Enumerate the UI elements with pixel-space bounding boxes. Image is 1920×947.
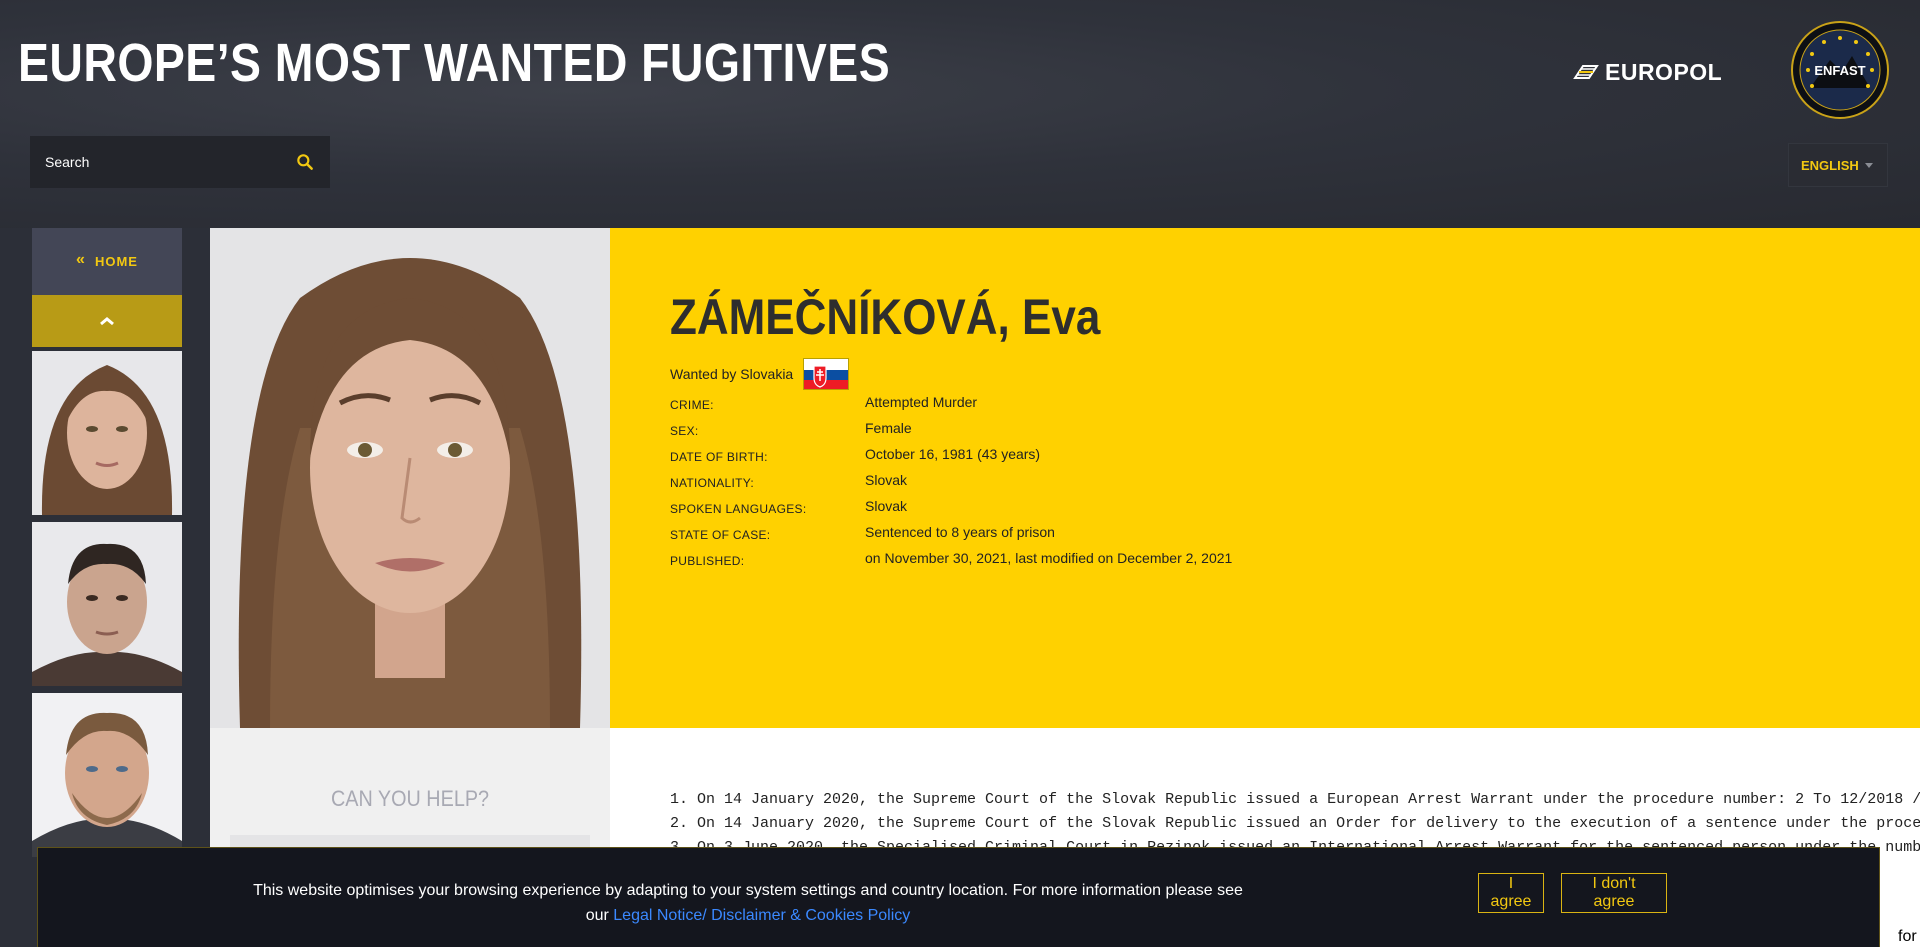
home-button-label: HOME xyxy=(94,254,138,269)
detail-row-spoken-languages: SPOKEN LANGUAGES: Slovak xyxy=(670,498,1470,524)
detail-value: Slovak xyxy=(865,472,908,488)
wanted-by-label: Wanted by Slovakia xyxy=(670,366,794,382)
caret-down-icon xyxy=(1865,162,1873,168)
slovakia-flag-icon xyxy=(803,358,850,390)
fugitive-name: ZÁMEČNÍKOVÁ, Eva xyxy=(670,289,1101,345)
description-line: 2. On 14 January 2020, the Supreme Court… xyxy=(670,815,1920,832)
fugitive-carousel: « HOME xyxy=(32,228,182,947)
cookie-message: This website optimises your browsing exp… xyxy=(248,878,1248,928)
detail-row-nationality: NATIONALITY: Slovak xyxy=(670,472,1470,498)
fugitive-thumbnail[interactable] xyxy=(32,351,182,515)
cookie-banner: This website optimises your browsing exp… xyxy=(37,847,1880,947)
detail-value: Sentenced to 8 years of prison xyxy=(865,524,1055,540)
search-input[interactable] xyxy=(45,154,295,170)
fugitive-thumbnail[interactable] xyxy=(32,522,182,686)
wanted-by: Wanted by Slovakia xyxy=(670,358,850,390)
home-button[interactable]: « HOME xyxy=(32,228,182,295)
search-box[interactable] xyxy=(30,136,330,188)
search-icon[interactable] xyxy=(295,152,315,172)
detail-row-sex: SEX: Female xyxy=(670,420,1470,446)
legal-notice-link[interactable]: Legal Notice/ Disclaimer & Cookies Polic… xyxy=(613,907,910,924)
language-label: ENGLISH xyxy=(1801,157,1859,173)
detail-label: SEX: xyxy=(670,424,699,438)
site-title: EUROPE’S MOST WANTED FUGITIVES xyxy=(18,33,891,93)
fugitive-thumbnail[interactable] xyxy=(32,693,182,857)
detail-label: CRIME: xyxy=(670,398,714,412)
detail-label: DATE OF BIRTH: xyxy=(670,450,768,464)
fugitive-info-panel: ZÁMEČNÍKOVÁ, Eva Wanted by Slovakia CRIM… xyxy=(610,228,1920,728)
detail-value: Slovak xyxy=(865,498,908,514)
detail-label: STATE OF CASE: xyxy=(670,528,771,542)
description-line-fragment: for i xyxy=(1898,928,1920,945)
europol-mark-icon xyxy=(1573,65,1599,79)
double-chevron-left-icon: « xyxy=(76,250,85,268)
agree-button[interactable]: I agree xyxy=(1478,873,1544,913)
detail-label: PUBLISHED: xyxy=(670,554,745,568)
fugitive-photo-thumbnail xyxy=(32,522,182,686)
detail-row-state-of-case: STATE OF CASE: Sentenced to 8 years of p… xyxy=(670,524,1470,550)
europol-logo[interactable]: EUROPOL xyxy=(1573,58,1723,85)
fugitive-photo-thumbnail xyxy=(32,693,182,857)
fugitive-photo-thumbnail xyxy=(32,351,182,515)
carousel-up-button[interactable] xyxy=(32,295,182,347)
detail-row-published: PUBLISHED: on November 30, 2021, last mo… xyxy=(670,550,1470,576)
can-you-help-title: CAN YOU HELP? xyxy=(330,786,490,811)
fugitive-portrait xyxy=(210,228,610,728)
detail-value: Female xyxy=(865,420,912,436)
detail-value: October 16, 1981 (43 years) xyxy=(865,446,1041,462)
chevron-up-icon xyxy=(100,317,114,326)
detail-label: NATIONALITY: xyxy=(670,476,755,490)
fugitive-main-photo xyxy=(210,228,610,728)
detail-value: on November 30, 2021, last modified on D… xyxy=(865,550,1233,566)
europol-logo-text: EUROPOL xyxy=(1605,58,1723,85)
detail-row-crime: CRIME: Attempted Murder xyxy=(670,394,1470,420)
enfast-logo[interactable]: ENFAST xyxy=(1790,20,1890,120)
enfast-logo-text: ENFAST xyxy=(1814,63,1865,78)
description-line: 1. On 14 January 2020, the Supreme Court… xyxy=(670,791,1920,808)
language-select[interactable]: ENGLISH xyxy=(1788,143,1888,187)
detail-row-date-of-birth: DATE OF BIRTH: October 16, 1981 (43 year… xyxy=(670,446,1470,472)
disagree-button[interactable]: I don't agree xyxy=(1561,873,1667,913)
detail-value: Attempted Murder xyxy=(865,394,978,410)
fugitive-details: CRIME: Attempted Murder SEX: Female DATE… xyxy=(670,394,1470,576)
detail-label: SPOKEN LANGUAGES: xyxy=(670,502,807,516)
